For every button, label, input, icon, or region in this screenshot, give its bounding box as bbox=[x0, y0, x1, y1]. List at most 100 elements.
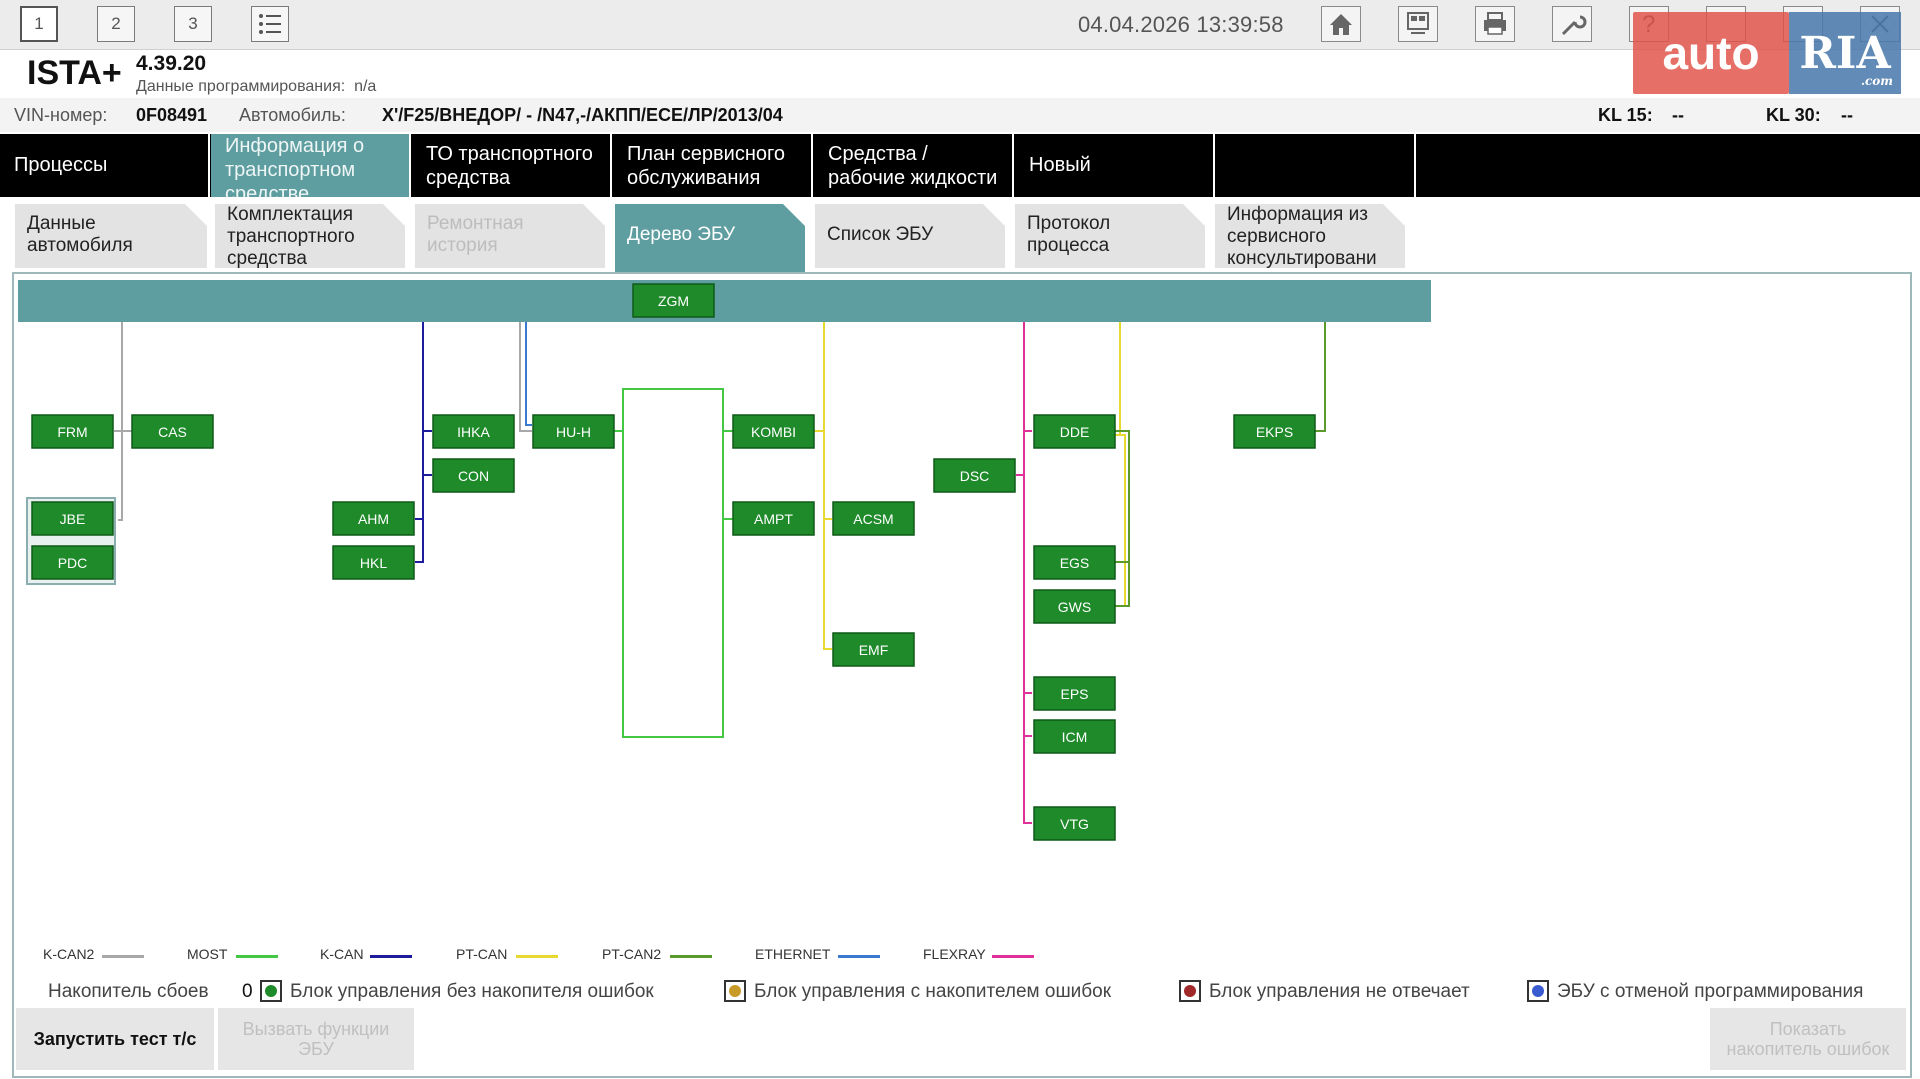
tab-processes[interactable]: Процессы bbox=[0, 134, 210, 197]
home-icon[interactable] bbox=[1321, 6, 1361, 42]
ecu-hu-h[interactable]: HU-H bbox=[532, 414, 615, 449]
status-ok-label: Блок управления без накопителя ошибок bbox=[290, 981, 654, 1002]
svg-text:ICM: ICM bbox=[1062, 729, 1088, 745]
svg-text:GWS: GWS bbox=[1058, 599, 1091, 615]
ecu-dsc[interactable]: DSC bbox=[933, 458, 1016, 493]
legend-most-line bbox=[236, 955, 278, 958]
ecu-dde[interactable]: DDE bbox=[1033, 414, 1116, 449]
legend-flexray-line bbox=[992, 955, 1034, 958]
bus-line-ethernet bbox=[525, 322, 532, 426]
subtab-service-consulting[interactable]: Информация из сервисного консультировани bbox=[1215, 204, 1405, 268]
datetime: 04.04.2026 13:39:58 bbox=[1078, 12, 1284, 37]
wrench-icon[interactable] bbox=[1552, 6, 1592, 42]
status-cancelled-icon bbox=[1527, 980, 1549, 1002]
ecu-emf[interactable]: EMF bbox=[832, 632, 915, 667]
svg-text:CON: CON bbox=[458, 468, 489, 484]
svg-text:JBE: JBE bbox=[60, 511, 86, 527]
status-fault-label: Блок управления с накопителем ошибок bbox=[754, 981, 1112, 1002]
vin-label: VIN-номер: bbox=[14, 105, 108, 125]
ecu-ampt[interactable]: AMPT bbox=[732, 501, 815, 536]
status-noresponse-label: Блок управления не отвечает bbox=[1209, 981, 1470, 1002]
legend-ptcan2-line bbox=[670, 955, 712, 958]
session-3-button[interactable]: 3 bbox=[174, 6, 212, 42]
svg-text:AMPT: AMPT bbox=[754, 511, 793, 527]
ecu-cas[interactable]: CAS bbox=[131, 414, 214, 449]
tab-vehicle-info[interactable]: Информация о транспортном средстве bbox=[211, 134, 411, 197]
app-name: ISTA+ bbox=[27, 54, 122, 92]
legend-kcan-line bbox=[370, 955, 412, 958]
svg-text:EGS: EGS bbox=[1060, 555, 1090, 571]
status-fault-icon bbox=[724, 980, 746, 1002]
bus-line-ptcan2-dde-loop bbox=[1115, 430, 1130, 607]
list-icon[interactable] bbox=[251, 6, 289, 42]
ecu-pdc[interactable]: PDC bbox=[31, 545, 114, 580]
svg-text:KOMBI: KOMBI bbox=[751, 424, 796, 440]
vehicle-info-row: VIN-номер: 0F08491 Автомобиль: X'/F25/ВН… bbox=[0, 98, 1920, 132]
legend-most-label: MOST bbox=[187, 946, 228, 962]
show-fault-memory-button: Показать накопитель ошибок bbox=[1710, 1008, 1906, 1070]
car-label: Автомобиль: bbox=[239, 105, 346, 125]
tab-new[interactable]: Новый bbox=[1015, 134, 1215, 197]
start-vehicle-test-button[interactable]: Запустить тест т/с bbox=[16, 1008, 214, 1070]
status-ok-icon bbox=[260, 980, 282, 1002]
legend-ethernet-line bbox=[838, 955, 880, 958]
svg-text:EMF: EMF bbox=[859, 642, 889, 658]
svg-text:AHM: AHM bbox=[358, 511, 389, 527]
top-toolbar: 1 2 3 04.04.2026 13:39:58 ? bbox=[0, 0, 1920, 50]
subtab-ecu-tree[interactable]: Дерево ЭБУ bbox=[615, 204, 805, 272]
ecu-icon[interactable] bbox=[1398, 6, 1438, 42]
legend-ptcan-label: PT-CAN bbox=[456, 946, 508, 962]
ecu-hkl[interactable]: HKL bbox=[332, 545, 415, 580]
session-2-button[interactable]: 2 bbox=[97, 6, 135, 42]
svg-text:ACSM: ACSM bbox=[853, 511, 893, 527]
bus-line-ptcan bbox=[823, 322, 832, 650]
svg-text:ZGM: ZGM bbox=[658, 293, 689, 309]
ecu-egs[interactable]: EGS bbox=[1033, 545, 1116, 580]
ecu-kombi[interactable]: KOMBI bbox=[732, 414, 815, 449]
legend-kcan2-label: K-CAN2 bbox=[43, 946, 95, 962]
svg-text:EPS: EPS bbox=[1060, 686, 1088, 702]
subtab-ecu-list[interactable]: Список ЭБУ bbox=[815, 204, 1005, 268]
ecu-gws[interactable]: GWS bbox=[1033, 589, 1116, 624]
watermark-logo: auto RIA .com bbox=[1633, 12, 1901, 94]
ecu-frm[interactable]: FRM bbox=[31, 414, 114, 449]
svg-text:VTG: VTG bbox=[1060, 816, 1089, 832]
ecu-icm[interactable]: ICM bbox=[1033, 719, 1116, 754]
subtab-process-log[interactable]: Протокол процесса bbox=[1015, 204, 1205, 268]
legend-ptcan-line bbox=[516, 955, 558, 958]
ecu-ekps[interactable]: EKPS bbox=[1233, 414, 1316, 449]
subtab-vehicle-data[interactable]: Данные автомобиля bbox=[15, 204, 207, 268]
tab-empty bbox=[1216, 134, 1416, 197]
svg-text:FRM: FRM bbox=[57, 424, 87, 440]
tab-service-plan[interactable]: План сервисного обслуживания bbox=[613, 134, 813, 197]
svg-text:EKPS: EKPS bbox=[1256, 424, 1293, 440]
zgm-band bbox=[18, 280, 1431, 322]
ecu-zgm[interactable]: ZGM bbox=[632, 283, 715, 318]
programming-data-value: n/a bbox=[354, 78, 377, 95]
session-1-button[interactable]: 1 bbox=[20, 6, 58, 42]
bus-line-kcan2 bbox=[118, 322, 123, 521]
bus-line-ptcan-dde-loop bbox=[1115, 434, 1126, 607]
ecu-acsm[interactable]: ACSM bbox=[832, 501, 915, 536]
ecu-con[interactable]: CON bbox=[432, 458, 515, 493]
legend-ethernet-label: ETHERNET bbox=[755, 946, 831, 962]
ecu-tree-diagram: ZGM FRM CAS JBE PDC IHKA CON AHM HKL HU-… bbox=[18, 280, 1431, 841]
ecu-vtg[interactable]: VTG bbox=[1033, 806, 1116, 841]
ecu-ihka[interactable]: IHKA bbox=[432, 414, 515, 449]
ecu-ahm[interactable]: AHM bbox=[332, 501, 415, 536]
legend-flexray-label: FLEXRAY bbox=[923, 946, 986, 962]
watermark-auto: auto bbox=[1633, 12, 1789, 94]
programming-data-label: Данные программирования: bbox=[136, 78, 346, 95]
ecu-jbe[interactable]: JBE bbox=[31, 501, 114, 536]
ecu-eps[interactable]: EPS bbox=[1033, 676, 1116, 711]
svg-text:PDC: PDC bbox=[58, 555, 88, 571]
status-noresponse-icon bbox=[1179, 980, 1201, 1002]
status-cancelled-dot bbox=[1532, 985, 1544, 997]
tab-fluids[interactable]: Средства / рабочие жидкости bbox=[814, 134, 1014, 197]
main-navigation: Процессы Информация о транспортном средс… bbox=[0, 134, 1920, 197]
subtab-vehicle-equipment[interactable]: Комплектация транспортного средства bbox=[215, 204, 405, 268]
bus-line-most-loop bbox=[622, 388, 724, 738]
call-ecu-functions-button: Вызвать функции ЭБУ bbox=[218, 1008, 414, 1070]
print-icon[interactable] bbox=[1475, 6, 1515, 42]
tab-vehicle-service[interactable]: ТО транспортного средства bbox=[412, 134, 612, 197]
